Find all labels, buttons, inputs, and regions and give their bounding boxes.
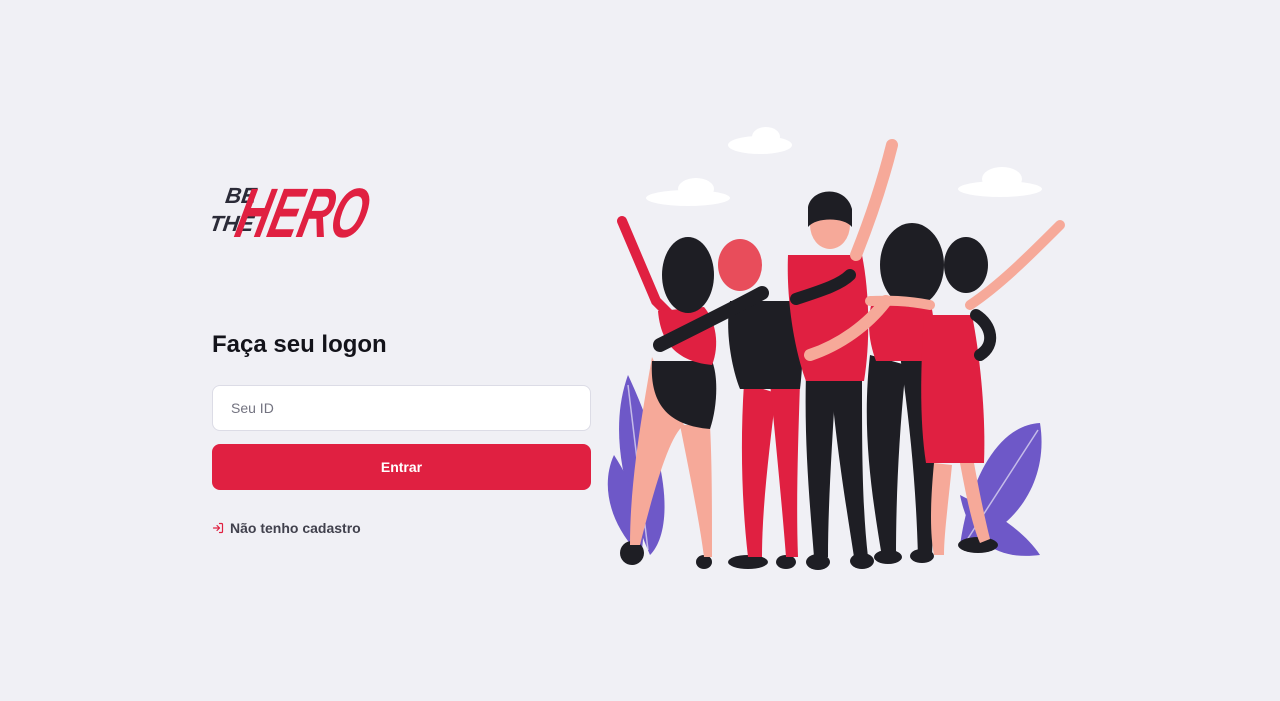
- svg-text:HERO: HERO: [229, 174, 377, 251]
- register-link-label: Não tenho cadastro: [230, 520, 361, 536]
- cloud-icon: [646, 127, 1042, 206]
- heroes-group-illustration: [607, 127, 1065, 570]
- enter-button[interactable]: Entrar: [212, 444, 591, 490]
- logon-form-section: BE THE HERO Faça seu logon Entrar Não te…: [212, 165, 592, 536]
- logon-page: BE THE HERO Faça seu logon Entrar Não te…: [0, 0, 1280, 701]
- log-in-icon: [212, 522, 224, 534]
- be-the-hero-logo: BE THE HERO: [212, 174, 378, 251]
- id-input[interactable]: [212, 385, 591, 431]
- page-title: Faça seu logon: [212, 331, 387, 358]
- register-link[interactable]: Não tenho cadastro: [212, 520, 592, 536]
